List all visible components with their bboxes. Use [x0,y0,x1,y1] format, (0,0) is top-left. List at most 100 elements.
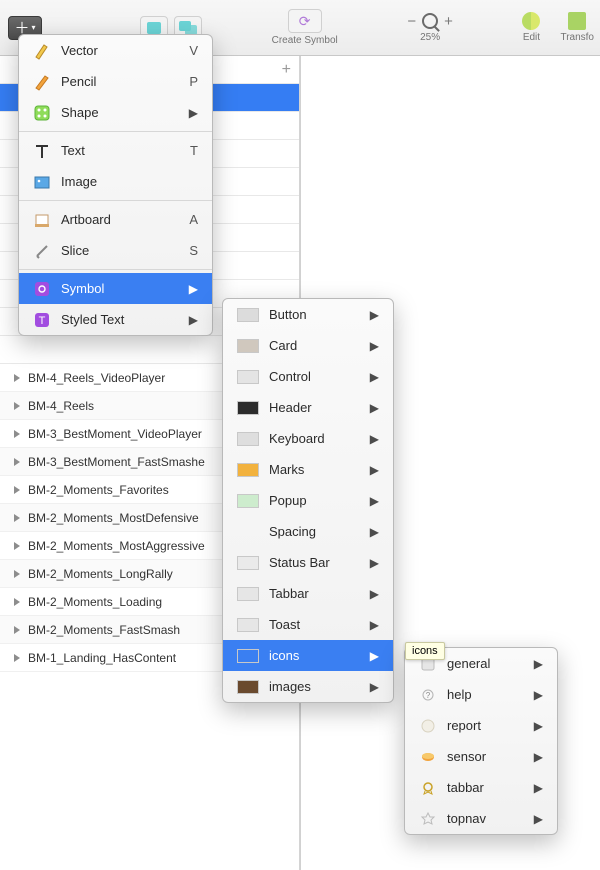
tabbar-icon [419,779,437,797]
menu-thumb-icon [237,587,259,601]
magnifier-icon [422,13,438,29]
tooltip: icons [405,642,445,660]
layer-name: BM-2_Moments_MostDefensive [28,511,199,525]
menu-thumb-icon [237,680,259,694]
insert-menu: VectorVPencilPShape▶TextTImageArtboardAS… [18,34,213,336]
menu-item-label: sensor [447,749,486,764]
menu-item-text[interactable]: TextT [19,135,212,166]
zoom-out-button[interactable]: − [407,13,416,30]
menu-item-label: Keyboard [269,431,325,446]
menu-item-label: Image [61,174,97,189]
disclosure-triangle-icon[interactable] [14,374,20,382]
menu-item-label: Status Bar [269,555,330,570]
menu-item-report[interactable]: report ▶ [405,710,557,741]
menu-item-pencil[interactable]: Pencil P [19,66,212,97]
zoom-in-button[interactable]: + [444,13,453,30]
submenu-arrow-icon: ▶ [370,432,379,446]
menu-item-slice[interactable]: SliceS [19,235,212,266]
layer-name: BM-4_Reels_VideoPlayer [28,371,165,385]
menu-item-artboard[interactable]: ArtboardA [19,204,212,235]
menu-item-control[interactable]: Control▶ [223,361,393,392]
menu-thumb-icon [237,618,259,632]
submenu-arrow-icon: ▶ [370,463,379,477]
menu-item-shape[interactable]: Shape▶ [19,97,212,128]
menu-item-vector[interactable]: VectorV [19,35,212,66]
submenu-arrow-icon: ▶ [534,719,543,733]
create-symbol-group: ⟳ Create Symbol [272,9,338,46]
menu-item-label: Toast [269,617,300,632]
submenu-arrow-icon: ▶ [534,657,543,671]
disclosure-triangle-icon[interactable] [14,430,20,438]
menu-item-label: help [447,687,472,702]
menu-item-label: Header [269,400,312,415]
icons-submenu: general▶?help▶report▶sensor▶tabbar▶topna… [404,647,558,835]
submenu-arrow-icon: ▶ [370,308,379,322]
submenu-arrow-icon: ▶ [370,587,379,601]
zoom-level: 25% [420,32,440,43]
add-page-button[interactable]: + [282,61,291,79]
menu-item-popup[interactable]: Popup▶ [223,485,393,516]
menu-item-status-bar[interactable]: Status Bar▶ [223,547,393,578]
menu-item-label: tabbar [447,780,484,795]
menu-item-label: general [447,656,490,671]
disclosure-triangle-icon[interactable] [14,598,20,606]
pen-icon [33,42,51,60]
layer-name: BM-2_Moments_Favorites [28,483,169,497]
menu-item-button[interactable]: Button ▶ [223,299,393,330]
menu-item-tabbar[interactable]: tabbar▶ [405,772,557,803]
submenu-arrow-icon: ▶ [534,688,543,702]
menu-item-label: Pencil [61,74,96,89]
menu-item-label: Card [269,338,297,353]
menu-item-marks[interactable]: Marks▶ [223,454,393,485]
submenu-arrow-icon: ▶ [370,401,379,415]
menu-item-label: Styled Text [61,312,124,327]
disclosure-triangle-icon[interactable] [14,626,20,634]
menu-item-image[interactable]: Image [19,166,212,197]
menu-item-header[interactable]: Header ▶ [223,392,393,423]
disclosure-triangle-icon[interactable] [14,654,20,662]
menu-item-help[interactable]: ? help ▶ [405,679,557,710]
edit-button[interactable] [522,12,540,30]
submenu-arrow-icon: ▶ [534,812,543,826]
disclosure-triangle-icon[interactable] [14,486,20,494]
disclosure-triangle-icon[interactable] [14,542,20,550]
menu-item-label: report [447,718,481,733]
menu-item-label: Artboard [61,212,111,227]
create-symbol-button[interactable]: ⟳ [288,9,322,33]
menu-item-spacing[interactable]: Spacing▶ [223,516,393,547]
menu-item-images[interactable]: images▶ [223,671,393,702]
layer-name: BM-2_Moments_FastSmash [28,623,180,637]
menu-thumb-icon [237,308,259,322]
menu-item-styled-text[interactable]: TStyled Text▶ [19,304,212,335]
disclosure-triangle-icon[interactable] [14,402,20,410]
menu-item-topnav[interactable]: topnav ▶ [405,803,557,834]
disclosure-triangle-icon[interactable] [14,570,20,578]
menu-item-keyboard[interactable]: Keyboard ▶ [223,423,393,454]
layer-name: BM-1_Landing_HasContent [28,651,176,665]
menu-item-toast[interactable]: Toast▶ [223,609,393,640]
transform-button[interactable] [568,12,586,30]
menu-item-shortcut: P [189,74,198,89]
menu-item-sensor[interactable]: sensor▶ [405,741,557,772]
disclosure-triangle-icon[interactable] [14,458,20,466]
submenu-arrow-icon: ▶ [189,106,198,120]
zoom-group: − + 25% [407,13,453,43]
menu-item-label: Spacing [269,524,316,539]
help-icon: ? [419,686,437,704]
menu-thumb-icon [237,401,259,415]
menu-item-tabbar[interactable]: Tabbar▶ [223,578,393,609]
symbol-icon [33,280,51,298]
menu-item-label: Button [269,307,307,322]
menu-item-symbol[interactable]: Symbol▶ [19,273,212,304]
disclosure-triangle-icon[interactable] [14,514,20,522]
menu-item-label: topnav [447,811,486,826]
layer-name: BM-3_BestMoment_VideoPlayer [28,427,202,441]
menu-item-card[interactable]: Card▶ [223,330,393,361]
menu-thumb-icon [237,494,259,508]
layer-name: BM-2_Moments_MostAggressive [28,539,205,553]
menu-item-label: Symbol [61,281,104,296]
edit-group: Edit [522,12,540,43]
menu-item-icons[interactable]: icons▶ [223,640,393,671]
menu-thumb-icon [237,649,259,663]
pencil-icon [33,73,51,91]
